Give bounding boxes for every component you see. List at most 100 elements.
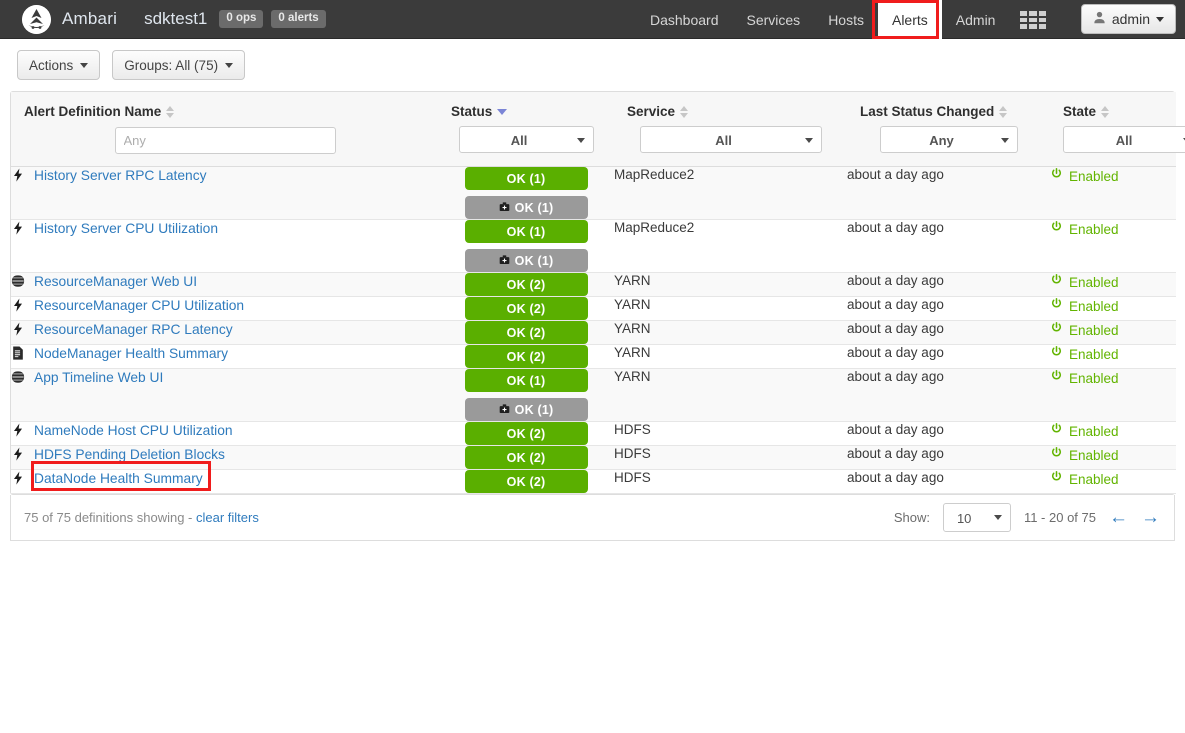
cell-state: Enabled <box>1050 445 1176 470</box>
cell-service: MapReduce2 <box>614 219 847 273</box>
state-label: Enabled <box>1069 447 1119 463</box>
alert-definition-link[interactable]: NameNode Host CPU Utilization <box>34 423 233 438</box>
column-label-service: Service <box>627 104 676 119</box>
lightning-bolt-icon <box>11 297 25 313</box>
status-badge[interactable]: OK (1) <box>464 220 588 243</box>
status-filter-value: All <box>510 133 528 148</box>
page-content: Actions Groups: All (75) Alert Definitio… <box>0 39 1185 541</box>
status-badge[interactable]: OK (1) <box>464 369 588 392</box>
sort-toggle-name[interactable] <box>166 105 175 118</box>
alert-definition-link[interactable]: ResourceManager Web UI <box>34 274 197 289</box>
status-badge-label: OK (2) <box>506 325 546 340</box>
status-badge[interactable]: OK (2) <box>464 446 588 469</box>
status-badge[interactable]: OK (1) <box>464 249 588 272</box>
column-header-service: Service <box>614 92 847 121</box>
summary-text: 75 of 75 definitions showing - <box>24 510 196 525</box>
nav-link-hosts[interactable]: Hosts <box>814 0 878 39</box>
lightning-bolt-icon <box>11 422 25 438</box>
status-badge[interactable]: OK (1) <box>464 167 588 190</box>
lightning-bolt-icon <box>11 470 25 486</box>
status-badge-label: OK (2) <box>506 277 546 292</box>
cell-service: HDFS <box>614 421 847 446</box>
state-label: Enabled <box>1069 274 1119 290</box>
cell-service: YARN <box>614 296 847 321</box>
user-menu-button[interactable]: admin <box>1080 4 1176 34</box>
cell-service: HDFS <box>614 469 847 494</box>
status-badge[interactable]: OK (1) <box>464 196 588 219</box>
cell-status: OK (2) <box>438 469 614 494</box>
sort-toggle-service[interactable] <box>680 105 689 118</box>
cell-last-status-changed: about a day ago <box>847 166 1050 220</box>
cell-alert-name: ResourceManager CPU Utilization <box>11 296 438 321</box>
main-nav: Dashboard Services Hosts Alerts Admin <box>636 0 1009 39</box>
ambari-logo-icon <box>22 4 51 34</box>
power-icon <box>1050 369 1063 387</box>
chevron-down-icon <box>1001 138 1009 143</box>
state-filter-select[interactable]: All <box>1063 126 1185 153</box>
nav-link-dashboard[interactable]: Dashboard <box>636 0 733 39</box>
cell-state: Enabled <box>1050 344 1176 369</box>
table-header: Alert Definition Name Status Service Las… <box>11 92 1185 167</box>
chevron-down-icon <box>1156 16 1164 22</box>
alert-definition-link[interactable]: History Server RPC Latency <box>34 168 207 183</box>
status-badge[interactable]: OK (2) <box>464 422 588 445</box>
groups-filter-button[interactable]: Groups: All (75) <box>112 50 246 80</box>
nav-link-admin[interactable]: Admin <box>942 0 1010 39</box>
column-label-state: State <box>1063 104 1097 119</box>
table-body: History Server RPC Latency OK (1) OK (1) Ma… <box>11 166 1176 494</box>
definitions-summary: 75 of 75 definitions showing - clear fil… <box>24 510 259 525</box>
status-badge[interactable]: OK (1) <box>464 398 588 421</box>
alert-definition-link[interactable]: DataNode Health Summary <box>34 471 203 486</box>
status-badge-label: OK (1) <box>514 253 554 268</box>
actions-button[interactable]: Actions <box>17 50 101 80</box>
name-filter-input[interactable] <box>114 126 336 154</box>
nav-link-services[interactable]: Services <box>733 0 815 39</box>
service-filter-select[interactable]: All <box>640 126 822 153</box>
cell-state: Enabled <box>1050 421 1176 446</box>
status-badge-label: OK (2) <box>506 450 546 465</box>
alert-definition-link[interactable]: App Timeline Web UI <box>34 370 163 385</box>
column-filter-row: All All Any <box>11 121 1185 167</box>
status-filter-select[interactable]: All <box>459 126 594 153</box>
alert-definition-link[interactable]: ResourceManager RPC Latency <box>34 322 233 337</box>
alert-definition-link[interactable]: HDFS Pending Deletion Blocks <box>34 447 225 462</box>
alert-definition-link[interactable]: NodeManager Health Summary <box>34 346 228 361</box>
grid-apps-icon[interactable] <box>1020 11 1046 29</box>
globe-icon <box>11 273 25 289</box>
state-label: Enabled <box>1069 346 1119 362</box>
cell-service: YARN <box>614 344 847 369</box>
table-row: NodeManager Health Summary OK (2) YARN abou… <box>11 344 1176 369</box>
sort-toggle-last-status-changed[interactable] <box>999 105 1008 118</box>
alerts-badge[interactable]: 0 alerts <box>271 9 326 29</box>
alert-definition-link[interactable]: ResourceManager CPU Utilization <box>34 298 244 313</box>
page-size-select[interactable]: 10 <box>942 503 1011 532</box>
ops-badge[interactable]: 0 ops <box>219 9 264 29</box>
cell-state: Enabled <box>1050 368 1176 422</box>
cell-alert-name: ResourceManager RPC Latency <box>11 320 438 345</box>
clear-filters-link[interactable]: clear filters <box>196 510 259 525</box>
status-badge-label: OK (2) <box>506 426 546 441</box>
show-label: Show: <box>893 510 930 525</box>
status-badge[interactable]: OK (2) <box>464 321 588 344</box>
arrow-left-icon[interactable]: ← <box>1109 508 1128 527</box>
power-icon <box>1050 273 1063 291</box>
status-badge[interactable]: OK (2) <box>464 273 588 296</box>
alert-definition-link[interactable]: History Server CPU Utilization <box>34 221 218 236</box>
sort-toggle-status[interactable] <box>497 108 508 115</box>
arrow-right-icon[interactable]: → <box>1141 508 1160 527</box>
cell-alert-name: DataNode Health Summary <box>11 461 438 494</box>
status-badge[interactable]: OK (2) <box>464 345 588 368</box>
status-badge[interactable]: OK (2) <box>464 297 588 320</box>
status-badge[interactable]: OK (2) <box>464 470 588 493</box>
last-status-changed-filter-select[interactable]: Any <box>880 126 1018 153</box>
cell-status: OK (2) <box>438 272 614 297</box>
cell-last-status-changed: about a day ago <box>847 219 1050 273</box>
nav-link-alerts[interactable]: Alerts <box>877 0 942 39</box>
sort-toggle-state[interactable] <box>1101 105 1110 118</box>
column-header-status: Status <box>438 92 614 121</box>
cluster-name[interactable]: sdktest1 <box>144 9 207 29</box>
table-footer: 75 of 75 definitions showing - clear fil… <box>10 495 1175 541</box>
chevron-down-icon <box>993 515 1002 520</box>
cell-alert-name: HDFS Pending Deletion Blocks <box>11 445 438 470</box>
cell-service: YARN <box>614 320 847 345</box>
